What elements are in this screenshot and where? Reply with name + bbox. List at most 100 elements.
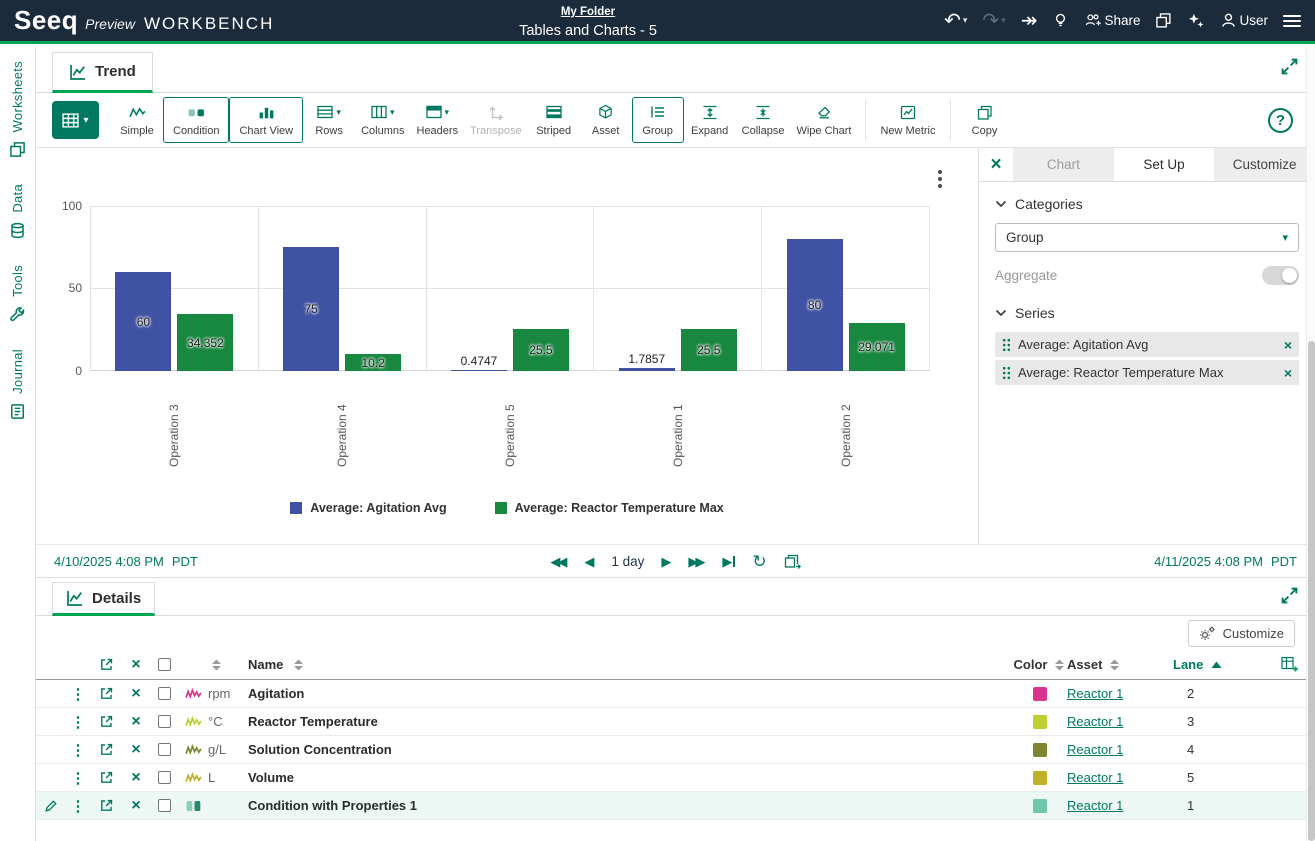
asset-link[interactable]: Reactor 1 (1067, 742, 1123, 757)
sidebar-item-tools[interactable]: Tools (9, 265, 26, 323)
row-checkbox[interactable] (158, 687, 171, 700)
close-panel-button[interactable]: × (979, 148, 1013, 181)
color-swatch[interactable] (1033, 687, 1047, 701)
toolbar-condition-button[interactable]: Condition (163, 97, 229, 143)
sort-by-type[interactable] (208, 659, 248, 671)
table-row-solution-concentration[interactable]: ⋮ × g/L Solution Concentration Reactor 1… (36, 736, 1315, 764)
send-row-button[interactable] (90, 742, 122, 757)
color-swatch[interactable] (1033, 743, 1047, 757)
tab-customize[interactable]: Customize (1214, 148, 1315, 181)
table-row-volume[interactable]: ⋮ × L Volume Reactor 1 5 (36, 764, 1315, 792)
remove-row-button[interactable]: × (122, 713, 150, 731)
remove-series-button[interactable]: × (1284, 365, 1292, 381)
remove-row-button[interactable]: × (122, 769, 150, 787)
suggestions-button[interactable] (1052, 12, 1069, 29)
step-to-now-button[interactable]: ▶ (722, 555, 735, 568)
row-checkbox[interactable] (158, 799, 171, 812)
aggregate-toggle[interactable] (1262, 266, 1299, 285)
duplicate-worksheet-button[interactable] (1155, 12, 1172, 29)
toolbar-chart-view-button[interactable]: Chart View (229, 97, 303, 143)
toolbar-new-metric-button[interactable]: New Metric (874, 97, 941, 143)
toolbar-wipe-chart-button[interactable]: Wipe Chart (790, 97, 857, 143)
chart-bar[interactable]: 25.5 (513, 329, 569, 371)
chart-bar[interactable]: 80 (787, 239, 843, 371)
row-menu-button[interactable]: ⋮ (66, 685, 90, 703)
range-start[interactable]: 4/10/2025 4:08 PM PDT (54, 554, 334, 569)
row-checkbox[interactable] (158, 715, 171, 728)
toolbar-asset-button[interactable]: Asset (580, 97, 632, 143)
table-row-agitation[interactable]: ⋮ × rpm Agitation Reactor 1 2 (36, 680, 1315, 708)
send-row-button[interactable] (90, 770, 122, 785)
help-button[interactable]: ? (1268, 108, 1293, 133)
table-row-reactor-temperature[interactable]: ⋮ × °C Reactor Temperature Reactor 1 3 (36, 708, 1315, 736)
step-forward-half-button[interactable]: ▶ (661, 555, 671, 568)
table-mode-button[interactable]: ▾ (52, 101, 99, 139)
breadcrumb-folder-link[interactable]: My Folder (561, 6, 615, 18)
remove-row-button[interactable]: × (122, 797, 150, 815)
table-row-condition-with-properties[interactable]: ⋮ × Condition with Properties 1 Reactor … (36, 792, 1315, 820)
toolbar-transpose-button[interactable]: Transpose (464, 97, 528, 143)
range-end[interactable]: 4/11/2025 4:08 PM PDT (1017, 554, 1297, 569)
toolbar-group-button[interactable]: Group (632, 97, 684, 143)
column-header-name[interactable]: Name (248, 657, 1012, 672)
chart-bar[interactable]: 75 (283, 247, 339, 371)
asset-link[interactable]: Reactor 1 (1067, 686, 1123, 701)
legend-item-agitation[interactable]: Average: Agitation Avg (290, 501, 446, 515)
remove-all-button[interactable]: × (122, 656, 150, 674)
row-menu-button[interactable]: ⋮ (66, 797, 90, 815)
series-section-header[interactable]: Series (995, 305, 1299, 321)
maximize-trend-button[interactable] (1280, 57, 1299, 81)
chart-bar[interactable]: 29.071 (849, 323, 905, 371)
row-checkbox[interactable] (158, 771, 171, 784)
chart-bar[interactable] (451, 370, 507, 371)
toolbar-columns-button[interactable]: ▾ Columns (355, 97, 410, 143)
tab-trend[interactable]: Trend (52, 52, 153, 93)
color-swatch[interactable] (1033, 715, 1047, 729)
send-row-button[interactable] (90, 714, 122, 729)
row-checkbox[interactable] (158, 743, 171, 756)
column-header-lane[interactable]: Lane (1167, 657, 1265, 672)
asset-link[interactable]: Reactor 1 (1067, 798, 1123, 813)
remove-row-button[interactable]: × (122, 741, 150, 759)
chart-bar[interactable]: 25.5 (681, 329, 737, 371)
ai-assistant-button[interactable] (1187, 12, 1205, 29)
user-menu-button[interactable]: User (1220, 12, 1268, 29)
toolbar-rows-button[interactable]: ▾ Rows (303, 97, 355, 143)
row-menu-button[interactable]: ⋮ (66, 741, 90, 759)
series-item-agitation[interactable]: Average: Agitation Avg × (995, 332, 1299, 357)
toolbar-simple-button[interactable]: Simple (111, 97, 163, 143)
asset-link[interactable]: Reactor 1 (1067, 770, 1123, 785)
step-back-full-button[interactable]: ◀◀ (550, 555, 567, 568)
hamburger-menu-button[interactable] (1283, 15, 1301, 27)
sidebar-item-journal[interactable]: Journal (9, 349, 26, 420)
chart-bar[interactable] (619, 368, 675, 371)
page-scrollbar[interactable] (1306, 47, 1315, 841)
toolbar-expand-button[interactable]: Expand (684, 97, 736, 143)
toolbar-striped-button[interactable]: Striped (528, 97, 580, 143)
details-customize-button[interactable]: Customize (1188, 620, 1295, 647)
range-duration[interactable]: 1 day (611, 554, 644, 569)
row-menu-button[interactable]: ⋮ (66, 769, 90, 787)
sidebar-item-data[interactable]: Data (9, 184, 26, 239)
maximize-details-button[interactable] (1280, 586, 1299, 610)
chart-context-menu-button[interactable] (936, 168, 944, 190)
row-menu-button[interactable]: ⋮ (66, 713, 90, 731)
select-all-checkbox[interactable] (158, 658, 171, 671)
send-all-button[interactable] (90, 657, 122, 672)
color-swatch[interactable] (1033, 771, 1047, 785)
legend-item-reactor-temperature[interactable]: Average: Reactor Temperature Max (495, 501, 724, 515)
color-swatch[interactable] (1033, 799, 1047, 813)
send-row-button[interactable] (90, 686, 122, 701)
scrollbar-thumb[interactable] (1308, 341, 1315, 841)
tab-details[interactable]: Details (52, 582, 155, 616)
tab-set-up[interactable]: Set Up (1114, 148, 1215, 181)
chart-bar[interactable]: 60 (115, 272, 171, 371)
step-back-half-button[interactable]: ◀ (584, 555, 594, 568)
send-row-button[interactable] (90, 798, 122, 813)
sidebar-item-worksheets[interactable]: Worksheets (9, 61, 26, 158)
asset-link[interactable]: Reactor 1 (1067, 714, 1123, 729)
toolbar-copy-button[interactable]: Copy (959, 97, 1011, 143)
categories-section-header[interactable]: Categories (995, 196, 1299, 212)
column-header-color[interactable]: Color (1012, 657, 1067, 672)
remove-row-button[interactable]: × (122, 685, 150, 703)
